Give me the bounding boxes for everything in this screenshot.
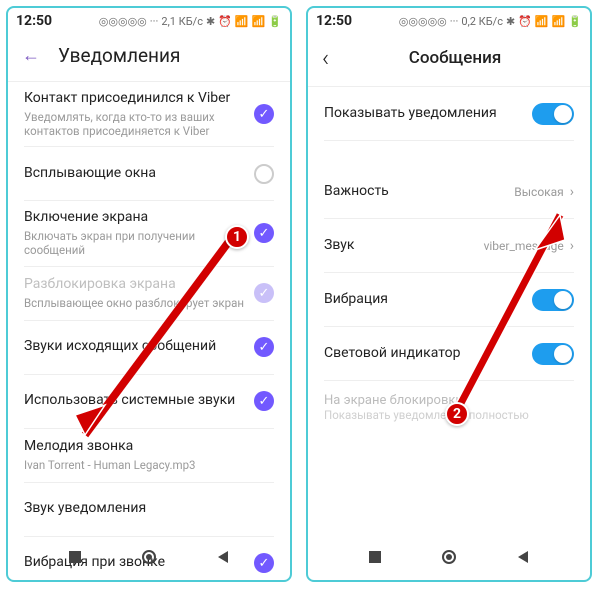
status-time: 12:50 (16, 13, 52, 29)
nav-back-icon[interactable] (516, 550, 530, 564)
phone-right: 12:50 ◎◎◎◎◎··· 0,2 КБ/с ✱⏰📶📶 🔋 ‹ Сообщен… (306, 6, 592, 582)
list-item[interactable]: Световой индикатор (324, 327, 574, 381)
checkbox-icon[interactable]: ✓ (254, 223, 274, 243)
signal-icon: 📶 (235, 15, 249, 28)
checkbox-icon[interactable]: ✓ (254, 337, 274, 357)
nav-bar (308, 540, 590, 574)
wifi-icon: 📶 (252, 15, 266, 28)
list-item[interactable]: Всплывающие окна (24, 147, 274, 201)
checkbox-icon[interactable] (254, 164, 274, 184)
statusbar: 12:50 ◎◎◎◎◎··· 0,2 КБ/с ✱⏰📶📶 🔋 (308, 8, 590, 34)
checkbox-icon[interactable]: ✓ (254, 104, 274, 124)
checkbox-icon[interactable]: ✓ (254, 283, 274, 303)
list-item[interactable]: Звуки исходящих сообщений ✓ (24, 321, 274, 375)
header: ‹ Сообщения (308, 34, 590, 87)
row-title: Важность (324, 183, 504, 201)
row-title: Световой индикатор (324, 345, 522, 363)
toggle-switch[interactable] (532, 343, 574, 365)
row-subtitle: Включать экран при получении сообщений (24, 229, 244, 258)
row-value: Высокая (514, 185, 564, 199)
nav-recents-icon[interactable] (368, 550, 382, 564)
list-item[interactable]: Разблокировка экрана Всплывающее окно раз… (24, 267, 274, 321)
row-title: Звук уведомления (24, 500, 264, 518)
list-item[interactable]: Вибрация (324, 273, 574, 327)
nav-home-icon[interactable] (442, 550, 456, 564)
row-title: Звук (324, 237, 474, 255)
settings-list: Показывать уведомленияВажностьВысокая›Зв… (308, 87, 590, 422)
header: ← Уведомления (8, 34, 290, 82)
status-icons: ◎◎◎◎◎··· 0,2 КБ/с ✱⏰📶📶 🔋 (399, 15, 582, 28)
list-item[interactable]: Использовать системные звуки ✓ (24, 375, 274, 429)
list-item[interactable]: Важность Высокая › (324, 165, 574, 219)
row-subtitle: Ivan Torrent - Human Legacy.mp3 (24, 458, 264, 472)
list-item[interactable]: Мелодия звонка Ivan Torrent - Human Legac… (24, 429, 274, 483)
row-title: Включение экрана (24, 209, 244, 227)
row-subtitle: Уведомлять, когда кто-то из ваших контак… (24, 110, 244, 139)
list-item[interactable]: Звук уведомления (24, 483, 274, 537)
row-title: Контакт присоединился к Viber (24, 90, 244, 108)
annotation-badge-1: 1 (225, 225, 249, 249)
statusbar: 12:50 ◎◎◎◎◎··· 2,1 КБ/с ✱ ⏰ 📶 📶 🔋 (8, 8, 290, 34)
page-title: Сообщения (320, 48, 590, 68)
toggle-switch[interactable] (532, 103, 574, 125)
nav-recents-icon[interactable] (68, 550, 82, 564)
bluetooth-icon: ✱ (206, 15, 215, 28)
status-time: 12:50 (316, 13, 352, 29)
phone-left: 12:50 ◎◎◎◎◎··· 2,1 КБ/с ✱ ⏰ 📶 📶 🔋 ← Увед… (6, 6, 292, 582)
nav-home-icon[interactable] (142, 550, 156, 564)
list-item[interactable]: Звук viber_message › (324, 219, 574, 273)
row-title: Использовать системные звуки (24, 392, 244, 410)
checkbox-icon[interactable]: ✓ (254, 391, 274, 411)
toggle-switch[interactable] (532, 289, 574, 311)
list-item[interactable]: Контакт присоединился к Viber Уведомлять,… (24, 82, 274, 147)
page-title: Уведомления (58, 44, 180, 67)
chevron-right-icon: › (570, 184, 574, 200)
row-value: viber_message (484, 239, 564, 253)
settings-list: Контакт присоединился к Viber Уведомлять,… (8, 82, 290, 582)
battery-icon: 🔋 (268, 15, 282, 28)
row-title: Разблокировка экрана (24, 276, 244, 294)
row-title: Всплывающие окна (24, 165, 244, 183)
row-subtitle: Всплывающее окно разблокирует экран (24, 296, 244, 310)
back-icon[interactable]: ← (22, 45, 40, 66)
row-title: Вибрация (324, 291, 522, 309)
nav-bar (8, 540, 290, 574)
alarm-icon: ⏰ (218, 15, 232, 28)
list-item[interactable]: Показывать уведомления (324, 87, 574, 141)
annotation-badge-2: 2 (445, 402, 469, 426)
row-title: Звуки исходящих сообщений (24, 338, 244, 356)
row-title: Показывать уведомления (324, 105, 522, 123)
row-title: Мелодия звонка (24, 438, 264, 456)
chevron-right-icon: › (570, 238, 574, 254)
nav-back-icon[interactable] (216, 550, 230, 564)
status-icons: ◎◎◎◎◎··· 2,1 КБ/с ✱ ⏰ 📶 📶 🔋 (99, 15, 282, 28)
